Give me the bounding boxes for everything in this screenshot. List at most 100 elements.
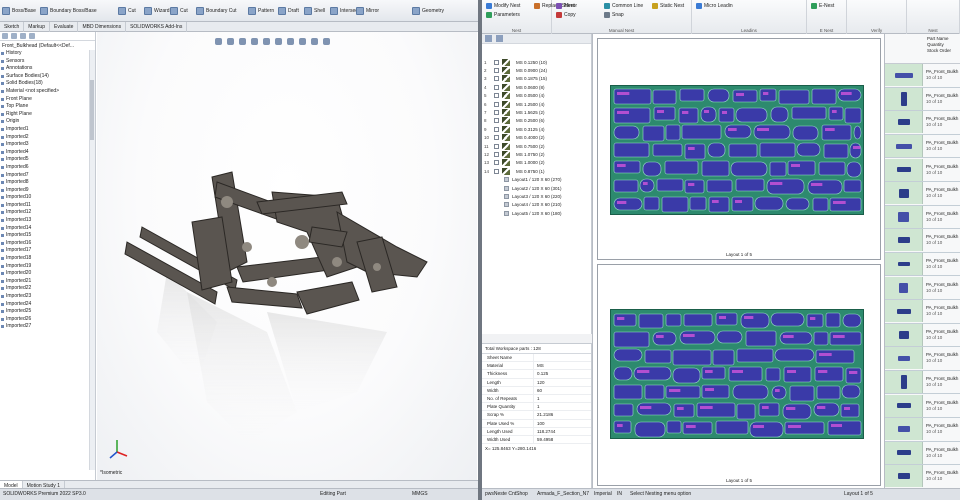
tree-item[interactable]: Imported4 [0,149,95,157]
part-row[interactable]: PA_Front_Bulkh 10 of 10 [885,135,960,159]
material-group-row[interactable]: 10 MS 0.4000 (2) [482,134,591,142]
tree-item[interactable]: Imported17 [0,247,95,255]
tree-item[interactable]: Imported24 [0,301,95,309]
material-group-row[interactable]: 8 MS 0.2500 (6) [482,117,591,125]
ribbon-button[interactable]: Modify Nest [486,3,520,9]
scene-icon[interactable] [311,37,318,45]
ribbon-button[interactable]: Copy [556,12,576,18]
tree-item[interactable]: Imported8 [0,179,95,187]
property-row[interactable]: Thickness 0.125 [482,370,591,379]
material-group-row[interactable]: 6 MS 1.2500 (4) [482,100,591,108]
row-checkbox[interactable] [494,68,499,74]
tree-item[interactable]: Imported15 [0,232,95,240]
part-row[interactable]: PA_Front_Bulkh 10 of 10 [885,182,960,206]
ribbon-button[interactable]: Common Line [604,3,643,9]
part-row[interactable]: PA_Front_Bulkh 10 of 10 [885,300,960,324]
material-group-row[interactable]: 3 MS 0.1875 (15) [482,75,591,83]
tree-item[interactable]: Imported10 [0,194,95,202]
ribbon-button[interactable]: Shell [304,2,325,20]
appearance-icon[interactable] [299,37,306,45]
tree-item[interactable]: Sensors [0,58,95,66]
configuration-manager-icon[interactable] [20,33,26,39]
property-value[interactable]: 1 [534,404,540,409]
property-row[interactable]: No. of Repeats 1 [482,394,591,404]
tree-item[interactable]: Imported19 [0,263,95,271]
part-row[interactable]: PA_Front_Bulkh 10 of 10 [885,418,960,442]
layout-sheet-2[interactable]: Layout 1 of 5 [597,264,881,486]
tree-item[interactable]: Imported23 [0,293,95,301]
tree-item[interactable]: Imported1 [0,126,95,134]
tree-item[interactable]: Surface Bodies(14) [0,73,95,81]
property-row[interactable]: Scrap % 21.2186 [482,411,591,420]
property-row[interactable]: Width Used 59.4958 [482,435,591,445]
part-row[interactable]: PA_Front_Bulkh 10 of 10 [885,347,960,371]
ribbon-button[interactable]: Draft [278,2,299,20]
layout-row[interactable]: Layout5 / 120 X 60 (180) [482,209,591,217]
tree-item[interactable]: Annotations [0,65,95,73]
material-group-row[interactable]: 12 MS 1.0750 (2) [482,150,591,158]
part-row[interactable]: PA_Front_Bulkh 10 of 10 [885,111,960,135]
tree-scrollbar-thumb[interactable] [90,80,94,140]
property-row[interactable]: Length Used 118.2744 [482,427,591,436]
hide-show-icon[interactable] [287,37,294,45]
property-row[interactable]: Plate Quantity 1 [482,403,591,412]
ribbon-button[interactable]: Static Nest [652,3,684,9]
row-checkbox[interactable] [494,151,499,157]
material-group-row[interactable]: 7 MS 1.5625 (2) [482,108,591,117]
command-tab[interactable]: SOLIDWORKS Add-Ins [126,22,188,32]
ribbon-button[interactable]: Boundary Cut [196,2,237,20]
part-row[interactable]: PA_Front_Bulkh 10 of 10 [885,394,960,418]
tree-item[interactable]: Imported7 [0,172,95,180]
property-value[interactable]: 0.125 [534,371,548,376]
command-tab[interactable]: Evaluate [50,22,79,32]
graphics-viewport[interactable] [97,32,477,480]
property-value[interactable]: 60 [534,388,542,393]
part-row[interactable]: PA_Front_Bulkh 10 of 10 [885,276,960,300]
property-row[interactable]: Material MS [482,362,591,371]
nest-layout-canvas[interactable]: Layout 1 of 5 Layout 1 of 5 [592,34,884,490]
part-row[interactable]: PA_Front_Bulkh 10 of 10 [885,229,960,253]
tree-item[interactable]: Imported9 [0,187,95,195]
row-checkbox[interactable] [494,118,499,124]
tree-item[interactable]: Imported16 [0,240,95,248]
property-row[interactable]: Width 60 [482,386,591,395]
row-checkbox[interactable] [494,160,499,166]
tree-item[interactable]: Imported14 [0,225,95,233]
material-group-row[interactable]: 9 MS 0.3125 (4) [482,125,591,133]
layout-row[interactable]: Layout3 / 120 X 60 (220) [482,192,591,200]
material-group-row[interactable]: 13 MS 1.0000 (2) [482,159,591,167]
display-style-icon[interactable] [275,37,282,45]
property-manager-icon[interactable] [11,33,17,39]
part-row[interactable]: PA_Front_Bulkh 10 of 10 [885,205,960,230]
tree-item[interactable]: Imported2 [0,134,95,142]
tree-item[interactable]: Imported5 [0,156,95,164]
tree-item[interactable]: History [0,50,95,58]
command-tab[interactable]: Markup [24,22,50,32]
part-row[interactable]: PA_Front_Bulkh 10 of 10 [885,253,960,277]
ribbon-button[interactable]: Cut [118,2,136,20]
row-checkbox[interactable] [494,101,499,107]
tree-item[interactable]: Imported6 [0,164,95,172]
material-group-row[interactable]: 2 MS 0.0900 (24) [482,66,591,75]
tree-item[interactable]: Material <not specified> [0,88,95,96]
view-orientation-icon[interactable] [263,37,270,45]
row-checkbox[interactable] [494,84,499,90]
row-checkbox[interactable] [494,110,499,116]
expand-icon[interactable] [485,35,492,42]
material-group-row[interactable]: 1 MS 0.1250 (10) [482,58,591,66]
view-settings-icon[interactable] [323,37,330,45]
tree-item[interactable]: Top Plane [0,103,95,111]
part-row[interactable]: PA_Front_Bulkh 10 of 10 [885,323,960,348]
tree-item[interactable]: Imported25 [0,308,95,316]
tree-item[interactable]: Imported27 [0,323,95,331]
ribbon-button[interactable]: Boundary Boss/Base [40,2,97,20]
tree-item[interactable]: Imported3 [0,141,95,149]
layout-row[interactable]: Layout4 / 120 X 60 (210) [482,201,591,209]
property-value[interactable]: 59.4958 [534,437,553,442]
material-group-row[interactable]: 14 MS 0.8750 (1) [482,167,591,175]
command-tab[interactable]: MBD Dimensions [78,22,127,32]
property-value[interactable]: 120 [534,380,545,385]
previous-view-icon[interactable] [239,37,246,45]
row-checkbox[interactable] [494,135,499,141]
ribbon-button[interactable]: Mirror [356,2,379,20]
